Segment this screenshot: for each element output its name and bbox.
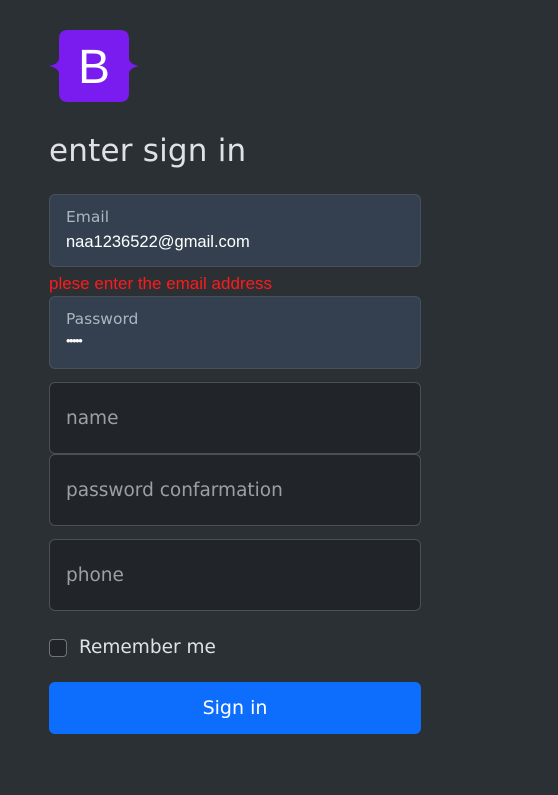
- name-placeholder: name: [66, 408, 119, 429]
- email-field[interactable]: Email naa1236522@gmail.com: [49, 194, 421, 267]
- bootstrap-logo: B: [49, 30, 139, 102]
- remember-me-checkbox[interactable]: [49, 638, 67, 657]
- remember-me-label[interactable]: Remember me: [79, 637, 216, 658]
- logo-letter: B: [78, 41, 110, 94]
- password-value: •••••: [66, 333, 83, 348]
- email-label: Email: [66, 208, 110, 226]
- name-field[interactable]: name: [49, 382, 421, 454]
- page-title: enter sign in: [49, 133, 247, 169]
- email-value: naa1236522@gmail.com: [66, 233, 250, 251]
- password-confirmation-placeholder: password confarmation: [66, 480, 283, 501]
- phone-field[interactable]: phone: [49, 539, 421, 611]
- email-error-message: plese enter the email address: [49, 274, 273, 293]
- password-label: Password: [66, 310, 139, 328]
- password-field[interactable]: Password •••••: [49, 296, 421, 369]
- remember-me: Remember me: [49, 637, 216, 658]
- password-confirmation-field[interactable]: password confarmation: [49, 454, 421, 526]
- bootstrap-logo-icon: B: [49, 30, 139, 102]
- phone-placeholder: phone: [66, 565, 124, 586]
- sign-in-button[interactable]: Sign in: [49, 682, 421, 734]
